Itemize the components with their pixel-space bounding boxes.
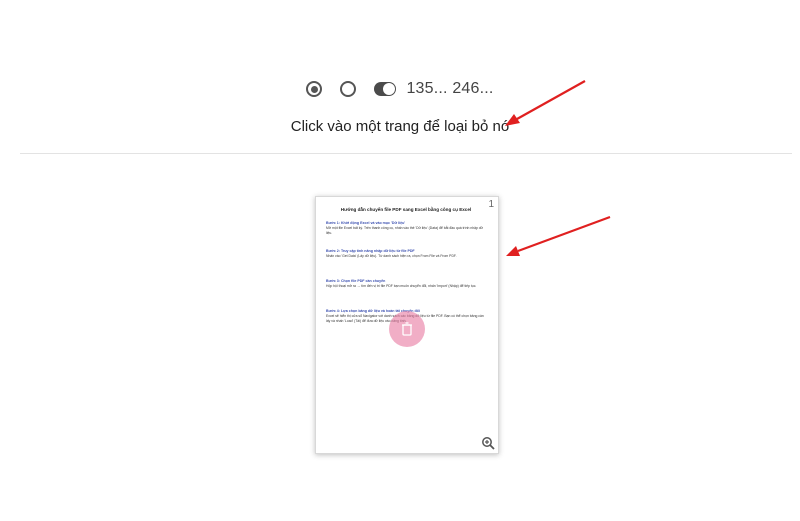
delete-page-button[interactable] (389, 311, 425, 347)
remove-pages-view: 135... 246... Click vào một trang để loạ… (0, 0, 800, 521)
zoom-in-icon[interactable] (481, 436, 495, 450)
radio-empty-icon[interactable] (340, 81, 357, 97)
toggle-icon[interactable] (374, 82, 397, 96)
page-thumbnail[interactable]: 1 Hướng dẫn chuyển file PDF sang Excel b… (315, 196, 499, 454)
doc-section: Bước 2: Truy cập tính năng nhập dữ liệu … (326, 249, 486, 259)
arrow-to-page (506, 215, 611, 256)
doc-section: Bước 3: Chọn file PDF cần chuyển Hộp hội… (326, 279, 486, 289)
page-range-input[interactable]: 135... 246... (406, 80, 493, 98)
doc-title: Hướng dẫn chuyển file PDF sang Excel bằn… (340, 207, 472, 212)
page-selection-toolbar: 135... 246... (0, 76, 800, 102)
doc-section-body: Hộp hội thoại mở ra → tìm đến vị trí fil… (326, 284, 477, 288)
instruction-text: Click vào một trang để loại bỏ nó (290, 118, 510, 135)
doc-section: Bước 1: Khởi động Excel và vào mục 'Dữ l… (326, 221, 486, 236)
page-number: 1 (488, 199, 494, 210)
radio-selected-icon[interactable] (306, 81, 323, 97)
doc-section-body: Nhấn vào 'Get Data' (Lấy dữ liệu). Từ da… (326, 254, 457, 258)
doc-section-body: Mở một file Excel bất kỳ. Trên thanh côn… (326, 226, 483, 235)
trash-icon (402, 322, 412, 336)
divider (20, 153, 792, 154)
